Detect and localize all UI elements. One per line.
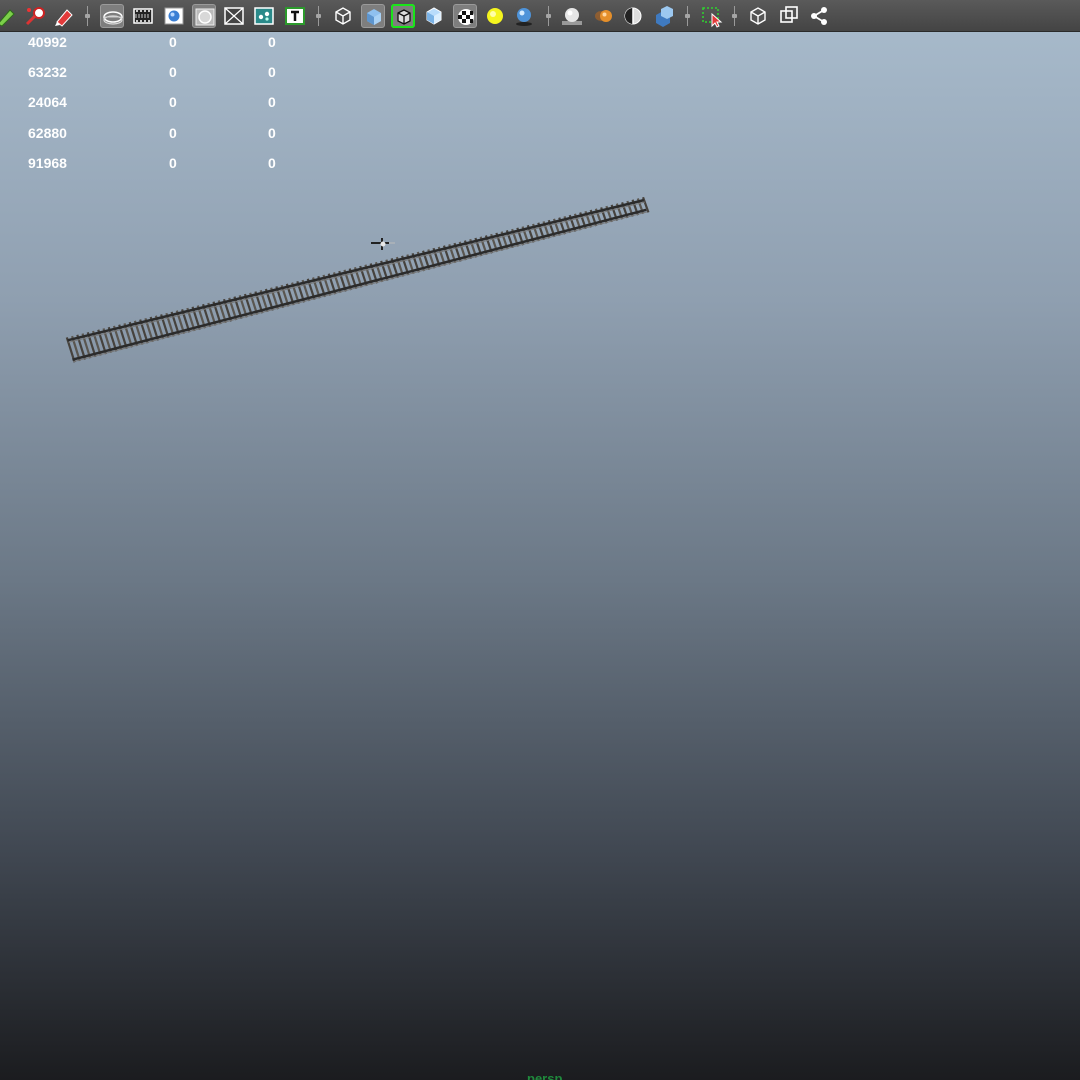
camera-name-label: persp: [527, 1071, 563, 1080]
hud-value: 0: [268, 94, 276, 110]
xray-icon[interactable]: [422, 4, 446, 28]
resolution-gate-icon[interactable]: [162, 4, 186, 28]
toolbar-separator[interactable]: [732, 6, 737, 26]
toolbar-separator[interactable]: [546, 6, 551, 26]
hud-row: 63232 0 0: [0, 64, 320, 80]
hud-value: 0: [169, 155, 177, 171]
3d-viewport[interactable]: 40992 0 0 63232 0 0 24064 0 0 62880 0 0 …: [0, 0, 1080, 1080]
isolate-select-icon[interactable]: [700, 4, 724, 28]
track-rail[interactable]: [67, 198, 645, 342]
toolbar-separator[interactable]: [85, 6, 90, 26]
pivot-manipulator-icon[interactable]: [371, 238, 395, 250]
safe-title-icon[interactable]: [283, 4, 307, 28]
panel-toolbar: [0, 0, 1080, 32]
hud-value: 62880: [28, 125, 67, 141]
hud-value: 91968: [28, 155, 67, 171]
hud-row: 62880 0 0: [0, 125, 320, 141]
railway-track-model[interactable]: [65, 196, 650, 363]
hud-row: 24064 0 0: [0, 94, 320, 110]
bookmark-icon[interactable]: [52, 4, 76, 28]
toolbar-separator[interactable]: [316, 6, 321, 26]
depth-of-field-icon[interactable]: [652, 4, 676, 28]
hud-row: 40992 0 0: [0, 34, 320, 50]
hud-value: 24064: [28, 94, 67, 110]
track-rail[interactable]: [72, 208, 647, 361]
wireframe-on-shaded-icon[interactable]: [391, 4, 415, 28]
motion-blur-icon[interactable]: [591, 4, 615, 28]
safe-action-icon[interactable]: [252, 4, 276, 28]
camera-attributes-icon[interactable]: [23, 4, 47, 28]
shadows-icon[interactable]: [512, 4, 536, 28]
hud-value: 0: [169, 94, 177, 110]
anti-aliasing-icon[interactable]: [621, 4, 645, 28]
hud-value: 0: [169, 34, 177, 50]
hud-value: 63232: [28, 64, 67, 80]
film-gate-icon[interactable]: [131, 4, 155, 28]
use-all-lights-icon[interactable]: [483, 4, 507, 28]
wireframe-icon[interactable]: [331, 4, 355, 28]
xray-active-components-icon[interactable]: [777, 4, 801, 28]
track-rail-edge[interactable]: [73, 211, 648, 363]
gate-mask-icon[interactable]: [192, 4, 216, 28]
track-rail-edge[interactable]: [68, 201, 645, 343]
hud-value: 40992: [28, 34, 67, 50]
hud-value: 0: [268, 34, 276, 50]
smooth-shade-icon[interactable]: [361, 4, 385, 28]
toolbar-separator[interactable]: [685, 6, 690, 26]
field-chart-icon[interactable]: [222, 4, 246, 28]
hud-value: 0: [169, 125, 177, 141]
xray-joints-icon[interactable]: [746, 4, 770, 28]
screen-space-ao-icon[interactable]: [560, 4, 584, 28]
hud-row: 91968 0 0: [0, 155, 320, 171]
hud-value: 0: [169, 64, 177, 80]
select-camera-icon[interactable]: [0, 4, 18, 28]
hud-value: 0: [268, 155, 276, 171]
share-icon[interactable]: [807, 4, 831, 28]
hud-value: 0: [268, 125, 276, 141]
textured-icon[interactable]: [453, 4, 477, 28]
image-plane-icon[interactable]: [100, 4, 124, 28]
hud-value: 0: [268, 64, 276, 80]
